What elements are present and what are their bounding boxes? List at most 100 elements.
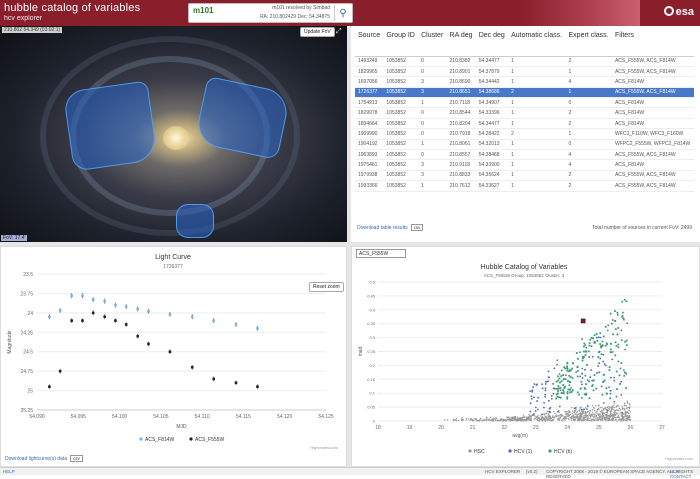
table-cell: 1493249 [355, 56, 384, 67]
hcvh-point [562, 374, 565, 376]
table-cell: 1 [508, 56, 566, 67]
hsc-point [452, 418, 455, 420]
hsc-point [613, 410, 616, 413]
hcv1-point [547, 370, 550, 373]
hsc-point [581, 413, 583, 415]
table-cell: 1053852 [383, 128, 419, 140]
y-tick-label: 25 [27, 389, 33, 395]
hsc-point [588, 412, 591, 414]
hcvh-point [599, 343, 602, 345]
y-tick-label: 23.75 [20, 291, 33, 297]
column-header[interactable]: Expert class. [565, 30, 612, 57]
hcv1-point [617, 343, 620, 346]
update-fov-button[interactable]: Update FoV [300, 27, 335, 37]
hsc-point [566, 414, 568, 416]
hsc-point [577, 419, 580, 421]
table-row[interactable]: 1909990 1053852 0 210.7918 54.28422 2 1 WFC3_F1… [355, 128, 694, 140]
table-row[interactable]: 1726377 1053852 3 210.8651 54.38686 2 1 ACS_F55… [355, 87, 694, 99]
hsc-point [565, 416, 567, 418]
x-tick-label: 54.095 [71, 414, 87, 420]
hsc-point [455, 419, 458, 422]
hsc-point [570, 416, 572, 418]
hcv1-point [603, 363, 606, 365]
hcv1-point [544, 380, 547, 383]
hsc-point [583, 418, 585, 421]
hsc-point [546, 410, 549, 413]
hcv1-point [599, 357, 602, 360]
table-row[interactable]: 1829965 1053852 0 210.8901 54.37879 1 1 ACS_F55… [355, 66, 694, 78]
hsc-point [615, 419, 617, 421]
hsc-point [620, 418, 622, 420]
expand-icon[interactable]: ⤢ [336, 28, 342, 36]
hcv1-point [560, 369, 563, 372]
table-row[interactable]: 1754913 1053852 1 210.7118 54.34907 1 0 ACS_F81… [355, 97, 694, 109]
search-icon[interactable]: ⚲ [334, 5, 351, 21]
table-row[interactable]: 1979938 1053852 3 210.8833 54.35624 1 2 ACS_F55… [355, 170, 694, 182]
hcv1-point [580, 408, 583, 411]
column-header[interactable]: Group ID [383, 30, 419, 57]
column-header[interactable]: Cluster [418, 30, 447, 57]
y-tick-label: 0.05 [367, 405, 376, 410]
table-row[interactable]: 1993366 1053852 1 210.7612 54.33627 1 2 ACS_F55… [355, 180, 694, 192]
table-cell: 54.38468 [475, 149, 509, 161]
hsc-point [622, 407, 624, 409]
table-row[interactable]: 1697056 1053852 3 210.8690 54.34442 1 4 ACS_F81… [355, 76, 694, 88]
hsc-point [486, 418, 488, 420]
table-row[interactable]: 1894664 1053852 0 210.8204 54.34477 1 2 ACS_F81… [355, 118, 694, 130]
hsc-point [479, 417, 482, 420]
lightcurve-format-select[interactable]: csv [69, 455, 83, 462]
hcvh-point [566, 365, 568, 368]
hcvh-point [566, 396, 569, 398]
reset-zoom-button[interactable]: Reset zoom [309, 282, 344, 292]
target-search[interactable]: m101 m101 resolved by Simbad RA: 210.802… [188, 3, 353, 23]
hsc-point [618, 405, 620, 407]
hcv1-point [619, 367, 622, 370]
legend-marker [508, 449, 512, 453]
hsc-point [613, 412, 615, 414]
hcvh-point [576, 375, 579, 378]
table-row[interactable]: 1829978 1053852 0 210.8544 54.33396 1 2 ACS_F81… [355, 107, 694, 119]
hcv1-point [609, 376, 612, 379]
hcvh-point [620, 362, 623, 364]
light-curve-chart[interactable]: Light Curve 1726377 23.5 23.75 24 24.25 24.5 24… [1, 247, 346, 466]
table-cell: 2 [508, 128, 566, 140]
hsc-point [618, 407, 620, 410]
hsc-point [596, 408, 599, 411]
hsc-point [519, 419, 521, 422]
table-row[interactable]: 1963893 1053852 0 210.8557 54.38468 1 4 ACS_F55… [355, 149, 694, 161]
hcv1-point [597, 365, 600, 367]
column-header[interactable]: Dec deg [475, 30, 509, 57]
hsc-point [560, 419, 563, 421]
hcvh-point [562, 378, 565, 380]
table-row[interactable]: 1493249 1053852 0 210.8382 54.34477 1 2 ACS_F55… [355, 56, 694, 67]
column-header[interactable]: Automatic class. [508, 30, 566, 57]
download-format-select[interactable]: csv [410, 224, 424, 231]
download-lightcurve-link[interactable]: Download lightcurve(s) data csv [5, 455, 83, 462]
table-cell: ACS_F555W, ACS_F814W [611, 87, 694, 99]
filter-select[interactable]: ACS_F555W [356, 249, 406, 258]
hcv1-point [534, 406, 537, 409]
hcvh-point [614, 310, 616, 312]
search-input[interactable]: m101 [193, 6, 213, 15]
download-table-link[interactable]: Download table results csv [357, 224, 424, 231]
column-header[interactable]: Source [355, 30, 384, 57]
x-axis-label: MJD [176, 424, 187, 430]
hcv1-point [623, 318, 625, 321]
table-row[interactable]: 1904192 1053852 1 210.8061 54.32013 1 0 WFPC2_F… [355, 139, 694, 151]
contact-link[interactable]: HCV CONTACT [670, 469, 700, 479]
x-tick-label: 18 [375, 425, 381, 431]
table-cell: 1 [418, 180, 447, 192]
table-cell: ACS_F814W [611, 97, 694, 109]
column-header[interactable]: RA deg [446, 30, 476, 57]
hcvh-point [559, 386, 562, 389]
sky-viewer[interactable]: 210.802 54.349 (03:02:1) Update FoV ⤢ Fo… [0, 26, 347, 242]
catalog-scatter-chart[interactable]: Hubble Catalog of Variables ACS_F555W Gro… [352, 247, 699, 466]
hsc-point [537, 417, 540, 420]
column-header[interactable]: Filters [611, 30, 694, 57]
data-point [48, 385, 51, 388]
help-link[interactable]: HELP [3, 469, 15, 474]
hsc-point [502, 418, 505, 421]
table-row[interactable]: 1975461 1053852 3 210.9118 54.33900 1 4 ACS_F81… [355, 159, 694, 171]
hsc-point [528, 419, 530, 421]
hsc-point [580, 418, 582, 421]
